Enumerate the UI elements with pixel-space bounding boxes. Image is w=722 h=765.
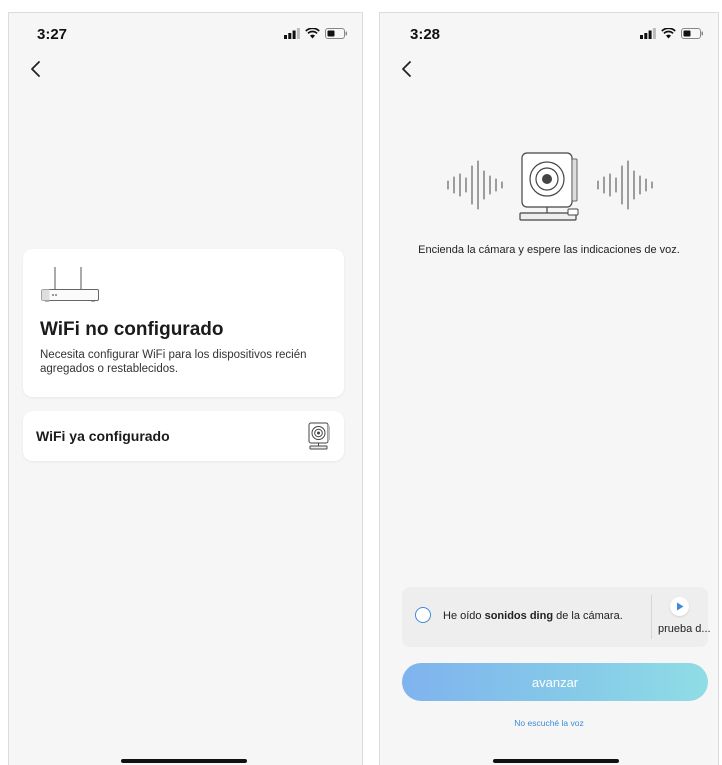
confirm-text-bold: sonidos ding — [484, 610, 554, 622]
confirm-text-before: He oído — [443, 610, 485, 622]
status-bar: 3:28 — [380, 13, 718, 53]
battery-icon — [681, 27, 703, 39]
status-icons — [284, 27, 348, 39]
page: 3:27 WiFi no configurado Necesita config… — [0, 0, 722, 765]
card-description: Necesita configurar WiFi para los dispos… — [40, 349, 307, 375]
confirm-text-after: de la cámara. — [553, 610, 623, 622]
phone-screen-voice-prompt: 3:28 Encienda la cámara y espere las ind… — [379, 12, 719, 765]
no-voice-link[interactable]: No escuché la voz — [380, 718, 718, 728]
router-icon — [41, 267, 99, 302]
signal-icon — [640, 27, 656, 39]
home-indicator[interactable] — [121, 759, 247, 763]
home-indicator[interactable] — [493, 759, 619, 763]
divider — [651, 595, 652, 639]
confirm-label[interactable]: He oído sonidos ding de la cámara. — [443, 610, 623, 622]
status-bar: 3:27 — [9, 13, 362, 53]
status-time: 3:28 — [410, 26, 441, 43]
status-icons — [640, 27, 704, 39]
phone-screen-wifi-choice: 3:27 WiFi no configurado Necesita config… — [8, 12, 363, 765]
card-label: WiFi ya configurado — [36, 428, 170, 444]
ding-confirmation-box: He oído sonidos ding de la cámara. prueb… — [402, 587, 711, 647]
wifi-not-configured-card[interactable]: WiFi no configurado Necesita configurar … — [23, 249, 344, 397]
instruction-text: Encienda la cámara y espere las indicaci… — [418, 244, 680, 256]
battery-icon — [325, 27, 347, 39]
camera-icon — [308, 422, 330, 450]
wifi-configured-card[interactable]: WiFi ya configurado — [23, 411, 344, 461]
play-test-button[interactable] — [670, 597, 689, 616]
play-test-label[interactable]: prueba d... — [658, 623, 712, 635]
play-icon — [677, 602, 684, 611]
confirm-radio[interactable] — [415, 607, 431, 623]
wifi-icon — [661, 27, 676, 38]
back-chevron-icon[interactable] — [400, 60, 414, 78]
wifi-icon — [305, 27, 320, 38]
back-chevron-icon[interactable] — [29, 60, 43, 78]
signal-icon — [284, 27, 300, 39]
advance-button[interactable]: avanzar — [402, 663, 708, 701]
card-title: WiFi no configurado — [40, 319, 224, 340]
camera-sound-waves-icon — [447, 152, 653, 221]
status-time: 3:27 — [37, 26, 68, 43]
